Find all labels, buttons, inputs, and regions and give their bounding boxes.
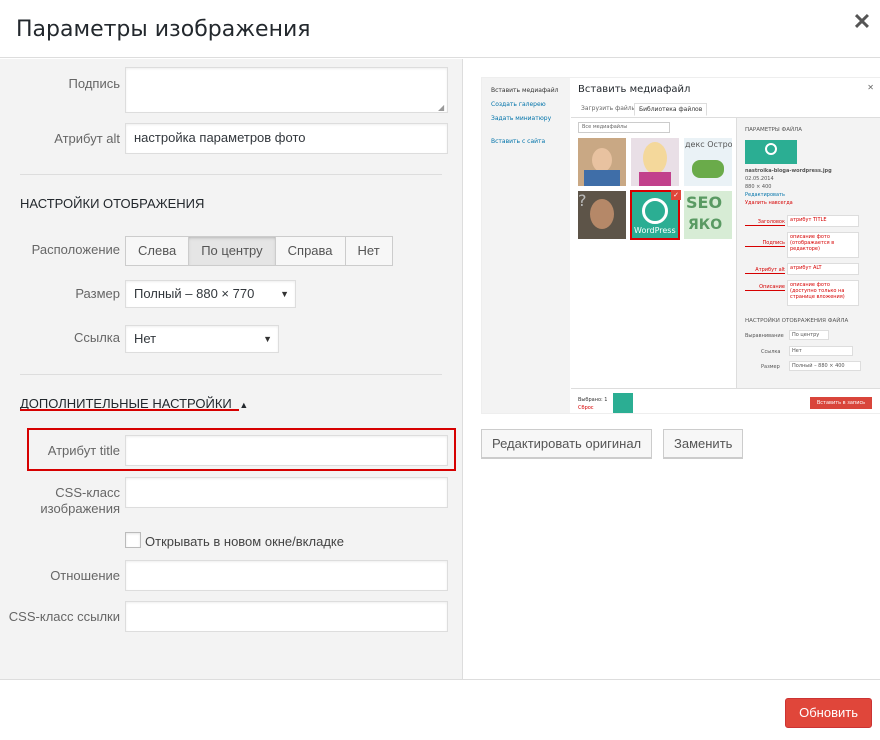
image-css-class-label-line1: CSS-класс [55,485,120,500]
thumb-tile-text: SEO [686,193,723,212]
thumb-tab: Загрузить файлы [581,105,637,112]
thumb-bottom-bar: Выбрано: 1 Сброс Вставить в запись [571,388,880,413]
thumb-sidebar-item: Создать галерею [491,101,546,108]
align-none-button[interactable]: Нет [344,236,393,266]
rel-field[interactable] [125,560,448,591]
thumb-tile-face: ? [578,191,626,239]
dialog-title: Параметры изображения [16,17,311,42]
thumb-tile-text: WordPress [634,226,676,235]
thumb-tile-face [578,138,626,186]
thumb-tile-logo: декс Остро [684,138,732,186]
thumb-field-value: атрибут TITLE [787,215,859,227]
thumb-title: Вставить медиафайл [578,84,691,95]
thumb-tab: Библиотека файлов [634,103,708,116]
size-select-value: Полный – 880 × 770 [134,286,255,301]
size-label: Размер [75,286,120,301]
settings-panel: Подпись ◢ Атрибут alt настройка параметр… [0,59,463,679]
thumb-delete-link: Удалить навсегда [745,200,793,206]
title-attr-field[interactable] [125,435,448,466]
thumb-tile-face [631,138,679,186]
thumb-clear-text: Сброс [578,405,594,411]
update-button[interactable]: Обновить [785,698,872,728]
edit-original-button[interactable]: Редактировать оригинал [481,429,653,458]
thumb-display-value: Полный – 880 × 400 [789,361,861,371]
preview-panel: Вставить медиафайл Создать галерею Задат… [464,59,880,679]
rel-label: Отношение [50,568,120,583]
thumb-field-label: Атрибут alt [745,267,785,274]
thumb-file-dims: 880 × 400 [745,184,772,190]
thumb-display-label: Ссылка [761,349,781,355]
thumb-sidebar-item: Вставить с сайта [491,138,546,145]
divider [20,374,442,375]
triangle-up-icon: ▲ [239,400,249,410]
resize-handle-icon[interactable]: ◢ [438,103,444,112]
thumb-panel-heading: ПАРАМЕТРЫ ФАЙЛА [745,127,802,133]
thumb-sidebar-item: Задать миниатюру [491,115,552,122]
link-select-value: Нет [134,331,157,346]
dialog-footer: Обновить [0,679,880,740]
caption-label: Подпись [68,76,120,91]
align-label: Расположение [31,242,120,257]
thumb-file-date: 02.05.2014 [745,176,774,182]
thumb-field-label: Подпись [745,240,785,247]
thumb-display-label: Выравнивание [745,333,784,339]
align-left-button[interactable]: Слева [125,236,190,266]
align-right-button[interactable]: Справа [274,236,346,266]
thumb-display-value: По центру [789,330,829,340]
dialog-header: Параметры изображения ✕ [0,0,880,58]
image-css-class-label-line2: изображения [40,501,120,516]
thumb-tile-text: ЯКО [688,217,723,233]
close-icon[interactable]: ✕ [852,11,872,33]
align-center-button[interactable]: По центру [188,236,276,266]
thumb-edit-link: Редактировать [745,192,785,198]
thumb-selected-image [613,393,633,413]
display-settings-heading: НАСТРОЙКИ ОТОБРАЖЕНИЯ [20,196,205,211]
thumb-display-heading: НАСТРОЙКИ ОТОБРАЖЕНИЯ ФАЙЛА [745,318,849,324]
alt-field[interactable]: настройка параметров фото [125,123,448,154]
new-window-checkbox[interactable] [125,532,141,548]
image-css-class-field[interactable] [125,477,448,508]
thumb-filter: Все медиафайлы [578,122,670,133]
align-button-group: Слева По центру Справа Нет [125,236,393,266]
thumb-field-value: описание фото (отображается в редакторе) [787,232,859,258]
image-css-class-label: CSS-класс изображения [20,485,120,517]
divider [20,174,442,175]
title-attr-label: Атрибут title [47,443,120,458]
link-label: Ссылка [73,330,120,345]
thumb-sidebar-item: Вставить медиафайл [491,87,559,94]
thumb-tile-seo: SEO ЯКО [684,191,732,239]
thumb-field-value: описание фото (доступно только на страни… [787,280,859,306]
replace-button[interactable]: Заменить [663,429,744,458]
caption-field[interactable] [125,67,448,113]
thumb-panel-image [745,140,797,164]
link-select[interactable]: Нет ▼ [125,325,279,353]
thumb-field-label: Заголовок [745,219,785,226]
thumb-details-panel: ПАРАМЕТРЫ ФАЙЛА nastroika-bloga-wordpres… [736,118,880,388]
dropdown-arrow-icon: ▼ [263,334,272,344]
thumb-display-label: Размер [761,364,780,370]
image-thumbnail: Вставить медиафайл Создать галерею Задат… [481,77,880,414]
new-window-label[interactable]: Открывать в новом окне/вкладке [145,534,344,549]
thumb-field-value: атрибут ALT [787,263,859,275]
thumb-close-icon: ✕ [867,83,874,92]
thumb-display-value: Нет [789,346,853,356]
thumb-check-icon: ✓ [671,190,681,200]
alt-label: Атрибут alt [54,131,120,146]
size-select[interactable]: Полный – 880 × 770 ▼ [125,280,296,308]
thumb-selected-text: Выбрано: 1 [578,397,608,403]
link-css-class-field[interactable] [125,601,448,632]
thumb-sidebar: Вставить медиафайл Создать галерею Задат… [482,78,570,413]
annotation-underline [20,409,239,411]
thumb-file-name: nastroika-bloga-wordpress.jpg [745,168,832,174]
link-css-class-label: CSS-класс ссылки [8,609,120,624]
thumb-field-label: Описание [745,284,785,291]
dropdown-arrow-icon: ▼ [280,289,289,299]
thumb-tile-text: декс Остро [685,140,732,149]
thumb-insert-button: Вставить в запись [810,397,872,409]
